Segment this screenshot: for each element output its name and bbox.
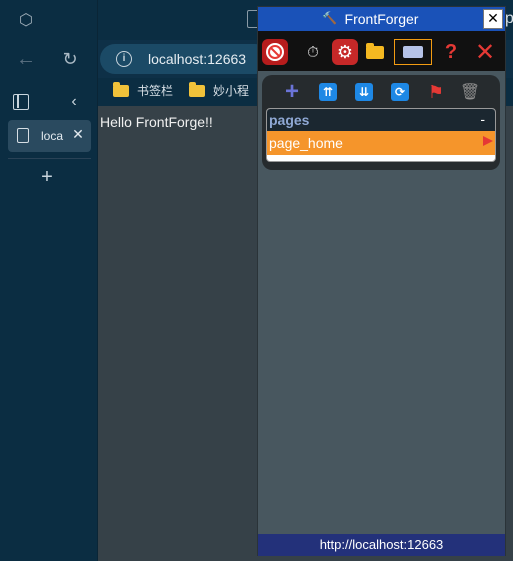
- browser-tab[interactable]: loca ✕: [8, 120, 91, 152]
- window-title: FrontForger: [344, 11, 419, 27]
- collapse-sidebar-icon[interactable]: ‹: [64, 92, 84, 112]
- double-up-icon: ⇈: [319, 83, 337, 101]
- page-text: Hello FrontForge!!: [100, 114, 213, 130]
- timer-button[interactable]: ⏱: [300, 39, 326, 65]
- reload-button[interactable]: ↻: [58, 48, 82, 70]
- bookmark-folder[interactable]: 妙小程: [189, 81, 250, 99]
- set-home-button[interactable]: ⚑: [426, 82, 446, 102]
- pages-header[interactable]: pages -: [267, 109, 495, 131]
- exit-button[interactable]: ✕: [472, 39, 498, 66]
- refresh-button[interactable]: ⟳: [390, 83, 410, 101]
- frontforger-window: 🔨 FrontForger ✕ ⏱ ⚙ ? ✕ + ⇈ ⇊ ⟳ ⚑ 🗑 page…: [257, 6, 506, 556]
- workspaces-icon[interactable]: ⬡: [16, 10, 36, 30]
- bookmark-label: 书签栏: [137, 84, 174, 98]
- keyboard-button[interactable]: [394, 39, 432, 65]
- url-text[interactable]: localhost:12663: [148, 51, 246, 67]
- collapse-toggle[interactable]: -: [480, 111, 485, 127]
- page-item-label: page_home: [269, 135, 343, 151]
- bookmark-label: 妙小程: [213, 84, 250, 98]
- tab-divider: [8, 158, 91, 159]
- folder-icon: [113, 81, 129, 97]
- move-top-button[interactable]: ⇈: [318, 83, 338, 101]
- close-window-button[interactable]: ✕: [483, 9, 503, 29]
- help-button[interactable]: ?: [438, 39, 464, 65]
- bookmark-folder[interactable]: 书签栏: [113, 81, 174, 99]
- pages-header-label: pages: [269, 112, 310, 128]
- move-bottom-button[interactable]: ⇊: [354, 83, 374, 101]
- folder-icon: [366, 42, 384, 59]
- frontforger-titlebar[interactable]: 🔨 FrontForger ✕: [258, 7, 505, 31]
- status-bar: http://localhost:12663: [258, 534, 505, 556]
- back-button[interactable]: ←: [14, 48, 38, 70]
- add-page-button[interactable]: +: [282, 78, 302, 105]
- settings-button[interactable]: ⚙: [332, 39, 358, 65]
- new-tab-button[interactable]: +: [36, 166, 58, 188]
- home-flag-icon: [483, 136, 493, 146]
- stop-button[interactable]: [262, 39, 288, 65]
- address-bar[interactable]: i localhost:12663: [100, 44, 270, 74]
- tab-close-icon[interactable]: ✕: [70, 126, 86, 144]
- tab-page-icon: [17, 128, 29, 143]
- overflow-tab-letter: p: [505, 10, 513, 27]
- refresh-icon: ⟳: [391, 83, 409, 101]
- list-item[interactable]: page_home: [267, 131, 495, 155]
- keyboard-icon: [403, 46, 423, 58]
- site-info-icon[interactable]: i: [116, 51, 132, 67]
- open-folder-button[interactable]: [362, 39, 388, 65]
- double-down-icon: ⇊: [355, 83, 373, 101]
- main-toolbar: ⏱ ⚙ ? ✕: [258, 31, 505, 71]
- tab-title: loca: [41, 129, 64, 143]
- folder-icon: [189, 81, 205, 97]
- vertical-tab-strip: [0, 0, 98, 561]
- pages-list: pages - page_home: [266, 108, 496, 162]
- delete-page-button[interactable]: 🗑: [460, 83, 480, 101]
- stop-icon: [266, 43, 284, 61]
- sidebar-panel-icon[interactable]: [13, 94, 29, 110]
- pages-panel: + ⇈ ⇊ ⟳ ⚑ 🗑 pages - page_home: [262, 75, 500, 170]
